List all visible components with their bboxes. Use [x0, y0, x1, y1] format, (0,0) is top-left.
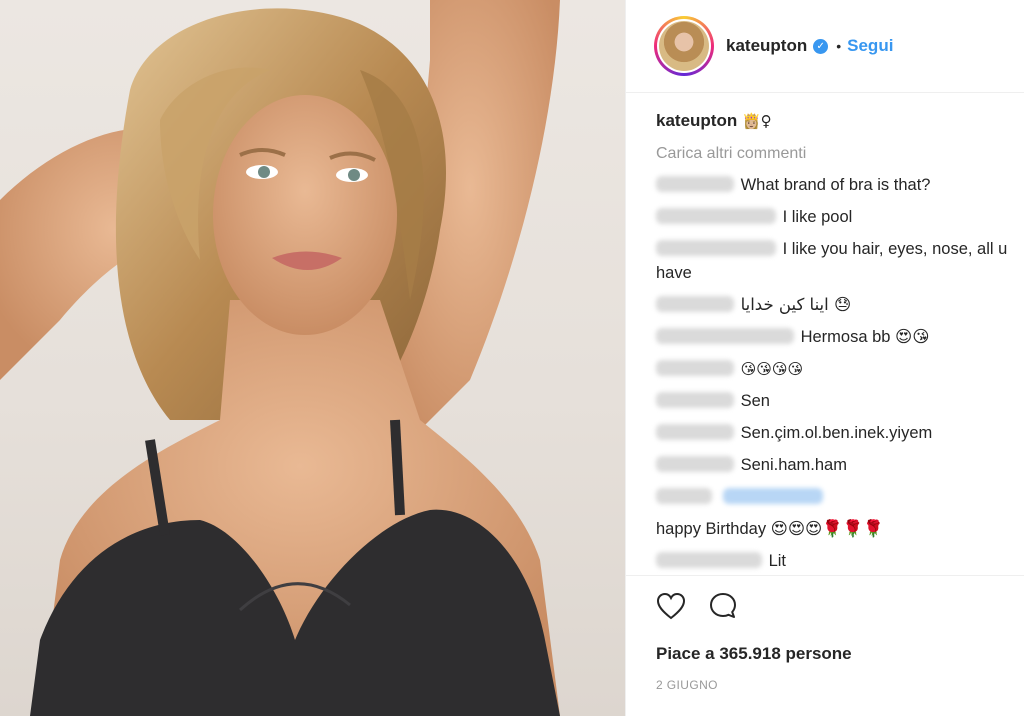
likes-count[interactable]: Piace a 365.918 persone: [656, 644, 1024, 664]
caption-username[interactable]: kateupton: [656, 111, 737, 130]
comment-text: I like pool: [782, 208, 853, 226]
comment-username-blurred[interactable]: [656, 552, 762, 568]
comment-item: Lit: [656, 549, 1010, 573]
post-caption: kateupton 👸🏼♀: [656, 108, 1010, 138]
comment-item: Sen: [656, 389, 1010, 413]
comment-item: Sen.çim.ol.ben.inek.yiyem: [656, 421, 1010, 445]
comment-item: What brand of bra is that?: [656, 173, 1010, 197]
comment-item: 😘😘😘😘: [656, 357, 1010, 381]
separator-dot: •: [836, 38, 842, 54]
follow-button[interactable]: Segui: [847, 36, 893, 56]
comment-item: Hermosa bb 😍😘: [656, 325, 1010, 349]
comment-username-blurred[interactable]: [656, 392, 734, 408]
comment-username-blurred[interactable]: [656, 208, 776, 224]
comment-text: What brand of bra is that?: [740, 176, 931, 194]
avatar[interactable]: [654, 16, 714, 76]
comment-text: Sen.çim.ol.ben.inek.yiyem: [740, 424, 933, 442]
comment-username-blurred[interactable]: [656, 240, 776, 256]
post-header: kateupton ✓ • Segui: [626, 0, 1024, 93]
comment-username-blurred[interactable]: [656, 424, 734, 440]
header-username[interactable]: kateupton: [726, 36, 807, 56]
heart-icon[interactable]: [656, 591, 686, 621]
comment-bubble-icon[interactable]: [708, 591, 738, 621]
comment-text: اینا کین خدایا 😓: [740, 295, 852, 314]
comment-item: اینا کین خدایا 😓: [656, 293, 1010, 317]
comment-username-blurred[interactable]: [656, 360, 734, 376]
post-date[interactable]: 2 GIUGNO: [656, 678, 1024, 692]
comment-username-blurred[interactable]: [656, 456, 734, 472]
comment-text: Hermosa bb 😍😘: [800, 328, 930, 346]
verified-badge-icon: ✓: [813, 38, 829, 54]
comment-item: happy Birthday 😍😍😍🌹🌹🌹: [656, 517, 1010, 541]
comment-username-blurred[interactable]: [656, 176, 734, 192]
comment-text: Lit: [768, 552, 787, 570]
portrait-illustration: [0, 0, 560, 716]
comment-username-blurred[interactable]: [656, 328, 794, 344]
comment-item: Seni.ham.ham: [656, 453, 1010, 477]
comment-text: happy Birthday 😍😍😍🌹🌹🌹: [656, 520, 884, 538]
comment-text: Seni.ham.ham: [740, 456, 847, 474]
comment-text: 😘😘😘😘: [740, 360, 804, 378]
comment-text: Sen: [740, 392, 770, 410]
comment-item: [656, 485, 1010, 509]
comment-mention-blurred[interactable]: [722, 488, 823, 504]
post-actions: Piace a 365.918 persone 2 GIUGNO: [626, 575, 1024, 716]
caption-text: 👸🏼♀: [741, 112, 772, 130]
comment-item: I like pool: [656, 205, 1010, 229]
comment-username-blurred[interactable]: [656, 488, 712, 504]
load-more-comments-link[interactable]: Carica altri commenti: [656, 143, 1010, 173]
post-photo[interactable]: [0, 0, 625, 716]
post-details-panel: kateupton ✓ • Segui kateupton 👸🏼♀ Carica…: [625, 0, 1024, 716]
comment-item: I like you hair, eyes, nose, all u have: [656, 237, 1010, 285]
comment-username-blurred[interactable]: [656, 296, 734, 312]
comments-list: kateupton 👸🏼♀ Carica altri commenti What…: [656, 108, 1010, 581]
